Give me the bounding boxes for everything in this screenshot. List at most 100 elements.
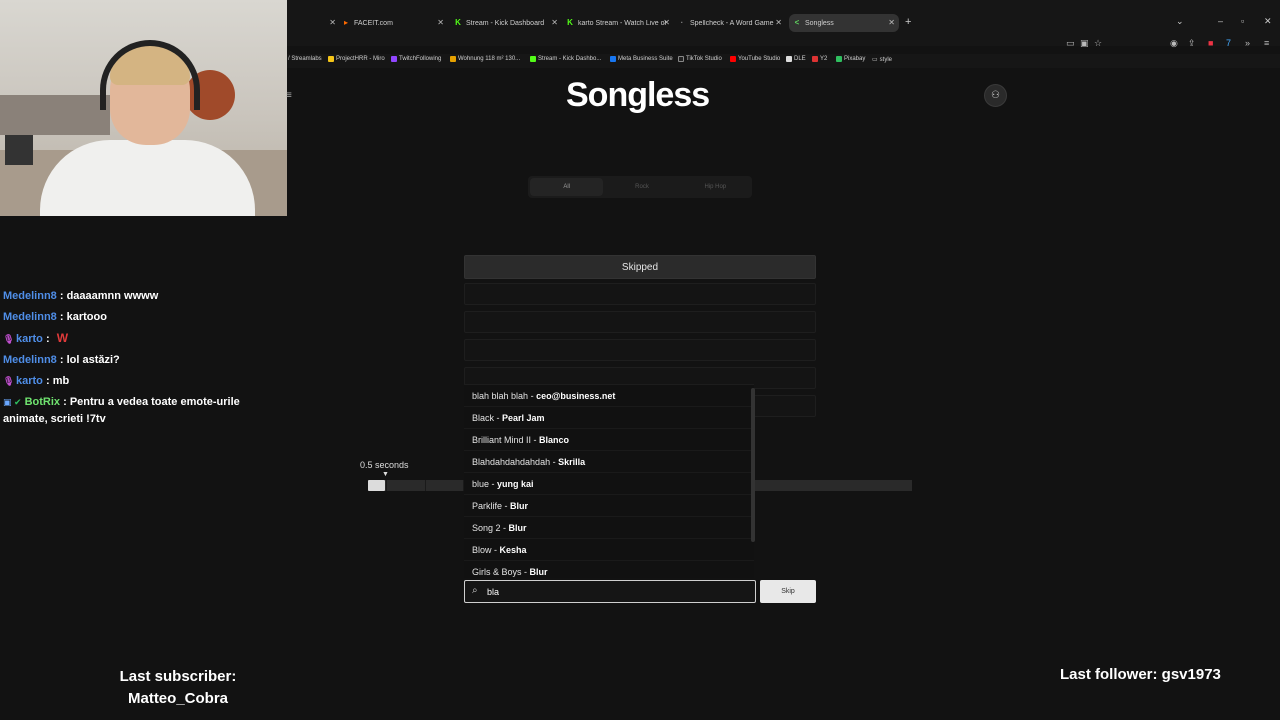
suggestion-separator: - xyxy=(494,412,503,423)
suggestion-item[interactable]: Brilliant Mind II - Blanco xyxy=(464,429,754,451)
suggestion-item[interactable]: Parklife - Blur xyxy=(464,495,754,517)
tab-close-prev[interactable]: ✕ xyxy=(326,14,336,32)
tab-songless[interactable]: < Songless ✕ xyxy=(789,14,899,32)
close-icon[interactable]: ✕ xyxy=(329,18,336,27)
timeline-duration-label: 0.5 seconds xyxy=(360,460,409,470)
close-icon[interactable]: ✕ xyxy=(551,18,558,27)
profile-button[interactable]: ⚇ xyxy=(984,84,1007,107)
suggestion-separator: - xyxy=(502,500,511,511)
close-icon[interactable]: ✕ xyxy=(888,18,895,27)
search-box[interactable]: ⌕ xyxy=(464,580,756,603)
genre-tabs: All Rock Hip Hop xyxy=(528,176,752,198)
folder-icon: ▭ xyxy=(872,57,878,63)
timeline-progress xyxy=(368,480,385,491)
chat-username: karto xyxy=(16,333,43,345)
new-tab-icon[interactable]: + xyxy=(905,16,911,28)
bookmark-item[interactable]: YouTube Studio xyxy=(730,56,780,62)
chat-text: daaaamnn wwww xyxy=(66,290,159,302)
webcam-monitor xyxy=(5,135,33,165)
bookmark-item[interactable]: Pixabay xyxy=(836,56,865,62)
user-icon: ⚇ xyxy=(991,90,1000,101)
suggestion-title: blue xyxy=(472,478,490,489)
translate-icon[interactable]: ▣ xyxy=(1080,38,1089,49)
bookmark-item[interactable]: / Streamlabs xyxy=(288,56,322,62)
chat-text: kartooo xyxy=(66,311,107,323)
tab-list-icon[interactable]: ⌄ xyxy=(1176,16,1184,27)
suggestion-item[interactable]: Song 2 - Blur xyxy=(464,517,754,539)
reader-icon[interactable]: ▭ xyxy=(1066,38,1075,49)
guess-row-empty xyxy=(464,311,816,333)
broadcaster-badge-icon: 🎙 xyxy=(3,376,15,386)
close-icon[interactable]: ✕ xyxy=(775,18,782,27)
chat-message: Medelinn8 : lol astăzi? xyxy=(3,354,120,366)
search-icon: ⌕ xyxy=(472,585,478,596)
extension-red-icon[interactable]: ■ xyxy=(1208,38,1213,48)
bookmark-item[interactable]: ▭ style xyxy=(872,56,893,64)
close-icon[interactable]: ✕ xyxy=(437,18,444,27)
faceit-icon: ▸ xyxy=(343,18,348,27)
spellcheck-icon: · xyxy=(680,18,684,27)
suggestion-item[interactable]: Girls & Boys - Blur xyxy=(464,561,754,578)
tab-faceit[interactable]: ▸ FACEIT.com ✕ xyxy=(342,14,444,32)
suggestion-title: Song 2 xyxy=(472,522,501,533)
skip-button[interactable]: Skip xyxy=(760,580,816,603)
maximize-icon[interactable]: ▫ xyxy=(1241,16,1244,26)
last-subscriber-label: Last subscriber: xyxy=(119,668,237,685)
close-icon[interactable]: ✕ xyxy=(663,18,670,27)
timeline-segment-divider xyxy=(386,480,387,491)
bookmark-item[interactable]: Meta Business Suite xyxy=(610,56,673,62)
share-icon[interactable]: ⇪ xyxy=(1188,38,1196,49)
genre-tab-rock[interactable]: Rock xyxy=(605,176,678,198)
bookmark-label: Pixabay xyxy=(844,56,866,62)
suggestion-separator: - xyxy=(531,434,540,445)
songless-logo[interactable]: Songless xyxy=(566,76,710,115)
timeline-segment-divider xyxy=(425,480,426,491)
twitch-icon xyxy=(391,56,397,62)
chat-text: lol astăzi? xyxy=(66,354,120,366)
bookmark-item[interactable]: TikTok Studio xyxy=(678,56,722,62)
songless-icon: < xyxy=(794,18,800,27)
window-close-icon[interactable]: ✕ xyxy=(1264,16,1272,27)
suggestion-separator: - xyxy=(521,566,530,577)
more-extensions-icon[interactable]: » xyxy=(1245,38,1250,48)
suggestion-item[interactable]: Black - Pearl Jam xyxy=(464,407,754,429)
dropdown-scrollbar[interactable] xyxy=(751,388,755,542)
youtube-icon xyxy=(730,56,736,62)
genre-tab-hiphop[interactable]: Hip Hop xyxy=(679,176,752,198)
tab-karto-stream[interactable]: K karto Stream - Watch Live on K ✕ xyxy=(566,14,670,32)
tab-spellcheck[interactable]: · Spellcheck - A Word Game | R ✕ xyxy=(678,14,782,32)
chat-message: Medelinn8 : daaaamnn wwww xyxy=(3,290,159,302)
suggestion-item[interactable]: blah blah blah - ceo@business.net xyxy=(464,385,754,407)
bot-badge-icon: ▣ ✔ xyxy=(3,397,22,407)
webcam-shelf xyxy=(0,95,110,135)
bookmark-label: style xyxy=(879,56,893,63)
bookmark-label: Stream - Kick Dashbo... xyxy=(538,56,602,62)
chat-overlay: Medelinn8 : daaaamnn wwww Medelinn8 : ka… xyxy=(3,286,283,428)
tab-kick-dashboard[interactable]: K Stream - Kick Dashboard ✕ xyxy=(454,14,558,32)
bookmark-item[interactable]: Stream - Kick Dashbo... xyxy=(530,56,601,62)
suggestion-artist: Blur xyxy=(529,566,548,577)
guess-row-empty xyxy=(464,339,816,361)
extension-icon[interactable]: ◉ xyxy=(1170,38,1178,49)
tab-label: Stream - Kick Dashboard xyxy=(466,19,545,27)
bookmark-label: Wohnung 118 m² 130... xyxy=(458,56,521,62)
genre-tab-all[interactable]: All xyxy=(530,178,604,196)
bookmark-item[interactable]: Wohnung 118 m² 130... xyxy=(450,56,520,62)
suggestion-item[interactable]: Blahdahdahdahdah - Skrilla xyxy=(464,451,754,473)
hamburger-menu-icon[interactable]: ≡ xyxy=(286,90,292,101)
minimize-icon[interactable]: – xyxy=(1218,16,1223,26)
menu-icon[interactable]: ≡ xyxy=(1264,38,1269,48)
suggestion-item[interactable]: blue - yung kai xyxy=(464,473,754,495)
suggestion-separator: - xyxy=(489,478,498,489)
bookmark-item[interactable]: Y2 xyxy=(812,56,827,62)
bookmark-item[interactable]: TwitchFollowing xyxy=(391,56,441,62)
bookmark-item[interactable]: DLE xyxy=(786,56,806,62)
chat-message: Medelinn8 : kartooo xyxy=(3,311,107,323)
y2-icon xyxy=(812,56,818,62)
star-icon[interactable]: ☆ xyxy=(1094,38,1102,49)
song-search-input[interactable] xyxy=(487,584,747,599)
chat-username: Medelinn8 xyxy=(3,311,57,323)
extension-blue-icon[interactable]: 7 xyxy=(1226,38,1231,48)
bookmark-item[interactable]: ProjectHRR - Miro xyxy=(328,56,385,62)
suggestion-item[interactable]: Blow - Kesha xyxy=(464,539,754,561)
